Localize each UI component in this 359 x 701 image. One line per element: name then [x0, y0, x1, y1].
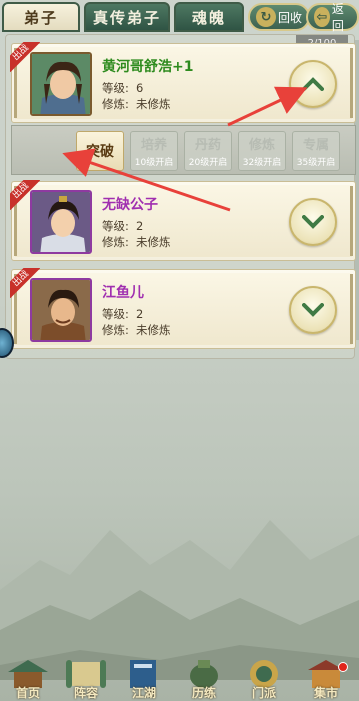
- nav-lineup[interactable]: 阵容: [60, 656, 112, 701]
- skill-exclusive[interactable]: 专属 35级开启: [292, 131, 340, 171]
- level-row: 等级: 2: [102, 307, 144, 321]
- back-button[interactable]: ⇦ 返回: [306, 2, 359, 33]
- disciple-list-panel: 2/100 出战 黄河哥舒浩+1 等级:6 修炼:未修炼 突破: [5, 34, 356, 359]
- disciple-name: 江鱼儿: [102, 285, 144, 301]
- tab-true-disciples[interactable]: 真传弟子: [84, 2, 170, 32]
- level-row: 等级: 6: [102, 81, 144, 95]
- skill-training[interactable]: 修炼 32级开启: [238, 131, 286, 171]
- recycle-button[interactable]: ↻ 回收: [248, 3, 311, 31]
- mountain-background: [0, 520, 359, 680]
- avatar: [30, 190, 92, 254]
- chevron-down-icon: [302, 215, 324, 229]
- tab-souls[interactable]: 魂魄: [174, 2, 244, 32]
- recycle-icon: ↻: [256, 7, 276, 27]
- expand-button[interactable]: [289, 198, 337, 246]
- nav-sect[interactable]: 门派: [238, 656, 290, 701]
- disciple-card[interactable]: 出战 江鱼儿 等级: 2 修炼: 未修炼: [10, 268, 356, 349]
- disciple-name: 黄河哥舒浩+1: [102, 59, 194, 75]
- notification-dot: [338, 662, 348, 672]
- nav-training[interactable]: 历练: [178, 656, 230, 701]
- train-row: 修炼: 未修炼: [102, 97, 171, 111]
- avatar: [30, 52, 92, 116]
- chevron-up-icon: [302, 77, 324, 91]
- disciple-card[interactable]: 出战 黄河哥舒浩+1 等级: 6 修炼: 未修炼: [10, 42, 356, 123]
- skill-breakthrough[interactable]: 突破: [76, 131, 124, 171]
- top-bar: 弟子 真传弟子 魂魄 ↻ 回收 ⇦ 返回: [0, 0, 359, 34]
- collapse-button[interactable]: [289, 60, 337, 108]
- skill-cultivate[interactable]: 培养 10级开启: [130, 131, 178, 171]
- avatar: [30, 278, 92, 342]
- skill-pills[interactable]: 丹药 20级开启: [184, 131, 232, 171]
- train-row: 修炼: 未修炼: [102, 323, 171, 337]
- disciple-card[interactable]: 出战 无缺公子 等级: 2 修炼: 未修炼: [10, 180, 356, 261]
- skill-strip: 突破 培养 10级开启 丹药 20级开启 修炼 32级开启 专属 35级开启: [11, 125, 356, 175]
- level-row: 等级: 2: [102, 219, 144, 233]
- tab-disciples[interactable]: 弟子: [2, 2, 80, 32]
- nav-market[interactable]: 集市: [300, 656, 352, 701]
- recycle-label: 回收: [278, 10, 303, 25]
- nav-jianghu[interactable]: 江湖: [118, 656, 170, 701]
- train-row: 修炼: 未修炼: [102, 235, 171, 249]
- bottom-nav: 首页 阵容 江湖 历练 门派 集市: [0, 656, 359, 701]
- chevron-down-icon: [302, 303, 324, 317]
- nav-home[interactable]: 首页: [2, 656, 54, 701]
- back-label: 返回: [331, 2, 344, 33]
- disciple-name: 无缺公子: [102, 197, 158, 213]
- expand-button[interactable]: [289, 286, 337, 334]
- back-arrow-icon: ⇦: [314, 7, 330, 27]
